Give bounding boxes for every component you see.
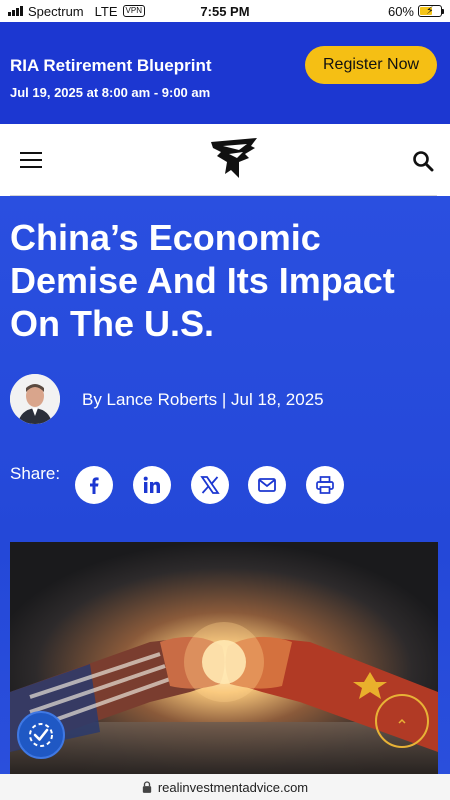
print-icon bbox=[316, 476, 334, 494]
hamburger-menu-icon[interactable] bbox=[20, 152, 42, 168]
article-featured-image[interactable] bbox=[10, 542, 438, 774]
clashing-fists-image bbox=[10, 542, 438, 774]
share-label: Share: bbox=[10, 464, 61, 483]
linkedin-icon bbox=[143, 476, 160, 493]
promo-banner[interactable]: RIA Retirement Blueprint Jul 19, 2025 at… bbox=[0, 22, 450, 124]
linkedin-share-button[interactable] bbox=[133, 466, 171, 504]
accessibility-button[interactable] bbox=[17, 711, 65, 759]
print-share-button[interactable] bbox=[306, 466, 344, 504]
x-share-button[interactable] bbox=[191, 466, 229, 504]
email-share-button[interactable] bbox=[248, 466, 286, 504]
status-time: 7:55 PM bbox=[200, 3, 250, 19]
status-left: Spectrum LTE VPN bbox=[8, 4, 145, 19]
article-hero: China’s Economic Demise And Its Impact O… bbox=[0, 196, 450, 774]
browser-url-bar[interactable]: realinvestmentadvice.com bbox=[0, 774, 450, 800]
accessibility-check-icon bbox=[29, 723, 53, 747]
facebook-share-button[interactable] bbox=[75, 466, 113, 504]
battery-percent: 60% bbox=[387, 3, 414, 19]
status-right: 60% ⚡ bbox=[387, 3, 444, 19]
x-icon bbox=[200, 476, 220, 494]
promo-date: Jul 19, 2025 at 8:00 am - 9:00 am bbox=[10, 85, 211, 100]
signal-icon bbox=[8, 6, 23, 16]
url-text: realinvestmentadvice.com bbox=[157, 779, 309, 795]
charging-bolt-icon: ⚡ bbox=[426, 5, 434, 17]
email-icon bbox=[258, 478, 276, 492]
lock-icon bbox=[142, 781, 152, 793]
vpn-badge: VPN bbox=[122, 5, 145, 17]
register-now-button[interactable]: Register Now bbox=[305, 46, 437, 84]
facebook-icon bbox=[90, 477, 99, 494]
author-avatar[interactable] bbox=[10, 374, 60, 424]
network-type: LTE bbox=[94, 3, 118, 19]
article-byline: By Lance Roberts | Jul 18, 2025 bbox=[82, 390, 324, 409]
status-bar: Spectrum LTE VPN 7:55 PM 60% ⚡ bbox=[0, 0, 450, 22]
promo-title: RIA Retirement Blueprint bbox=[10, 56, 212, 75]
eagle-logo[interactable] bbox=[209, 134, 259, 184]
carrier-name: Spectrum bbox=[28, 3, 84, 19]
chevron-up-icon bbox=[398, 718, 406, 724]
scroll-to-top-button[interactable] bbox=[375, 694, 429, 748]
battery-icon: ⚡ bbox=[418, 5, 444, 17]
search-icon[interactable] bbox=[412, 150, 434, 172]
article-headline: China’s Economic Demise And Its Impact O… bbox=[10, 217, 395, 344]
site-header bbox=[0, 124, 450, 196]
